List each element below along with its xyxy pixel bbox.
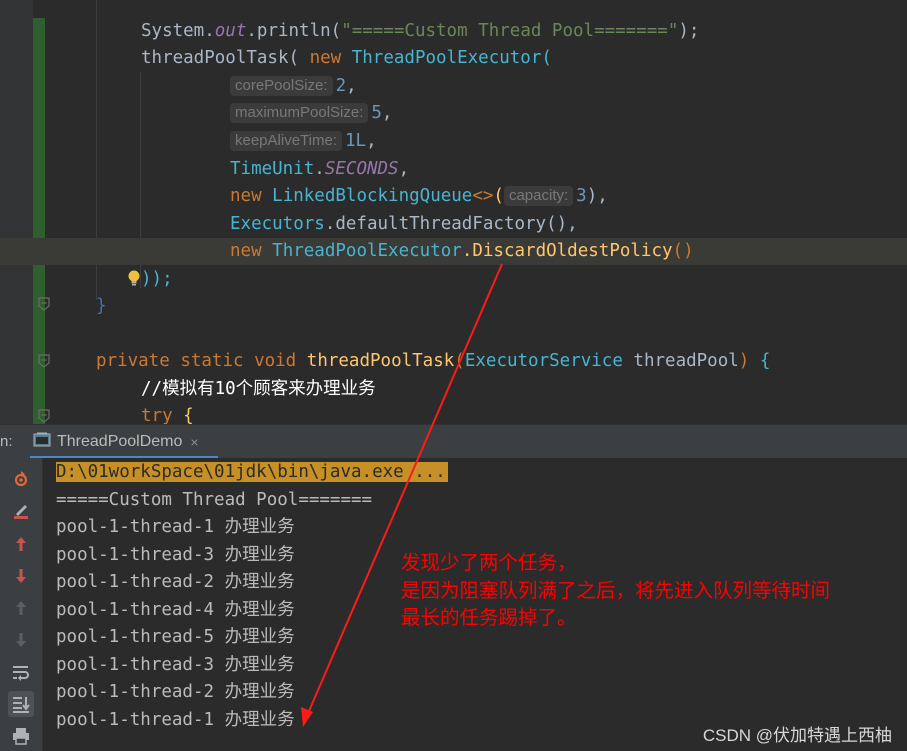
run-toolbar [0, 458, 43, 751]
code-line-2[interactable]: threadPoolTask( new ThreadPoolExecutor( [0, 45, 907, 72]
code-line-14[interactable]: try { [0, 403, 907, 424]
parameter-hint: corePoolSize: [230, 76, 333, 96]
code-line-4[interactable]: maximumPoolSize: 5, [0, 100, 907, 127]
down-arrow-icon[interactable] [8, 563, 34, 589]
code-line-9-current[interactable]: new ThreadPoolExecutor.DiscardOldestPoli… [0, 238, 907, 286]
run-tab-label: ThreadPoolDemo [57, 433, 183, 450]
code-line-10[interactable]: )); [0, 266, 907, 293]
code-line-12[interactable]: private static void threadPoolTask(Execu… [0, 348, 907, 375]
rerun-icon[interactable] [8, 466, 34, 492]
console-line: pool-1-thread-2 办理业务 [56, 572, 295, 592]
console-line: pool-1-thread-4 办理业务 [56, 600, 295, 620]
console-line: pool-1-thread-3 办理业务 [56, 545, 295, 565]
console-line: pool-1-thread-1 办理业务 [56, 517, 295, 537]
code-line-8[interactable]: Executors.defaultThreadFactory(), [0, 211, 907, 238]
console-line: pool-1-thread-2 办理业务 [56, 682, 295, 702]
fold-marker-icon[interactable] [38, 409, 50, 423]
console-line: =====Custom Thread Pool======= [56, 490, 373, 510]
fold-marker-icon[interactable] [38, 297, 50, 311]
run-tab-threadpooldemo[interactable]: ThreadPoolDemo × [30, 425, 207, 459]
soft-wrap-icon[interactable] [8, 659, 34, 685]
lightbulb-icon[interactable] [62, 241, 140, 286]
down-disabled-icon [8, 627, 34, 653]
code-line-5[interactable]: keepAliveTime: 1L, [0, 128, 907, 155]
annotation-line: 最长的任务踢掉了。 [401, 607, 577, 629]
up-disabled-icon [8, 595, 34, 621]
code-line-3[interactable]: corePoolSize: 2, [0, 73, 907, 100]
code-line-1[interactable]: System.out.println("=====Custom Thread P… [0, 18, 907, 45]
console-line: pool-1-thread-3 办理业务 [56, 655, 295, 675]
watermark: CSDN @伏加特遇上西柚 [702, 726, 892, 745]
parameter-hint: keepAliveTime: [230, 131, 342, 151]
run-label: n: [0, 433, 13, 450]
parameter-hint: capacity: [503, 186, 574, 206]
scroll-to-end-icon[interactable] [8, 691, 34, 717]
print-icon[interactable] [8, 723, 34, 749]
up-arrow-icon[interactable] [8, 531, 34, 557]
code-line-7[interactable]: new LinkedBlockingQueue<>(capacity: 3), [0, 183, 907, 210]
code-line-6[interactable]: TimeUnit.SECONDS, [0, 156, 907, 183]
clear-icon[interactable] [8, 499, 34, 525]
code-editor[interactable]: System.out.println("=====Custom Thread P… [0, 0, 907, 424]
annotation-line: 发现少了两个任务， [401, 552, 577, 574]
close-icon[interactable]: × [190, 434, 198, 450]
run-tool-window-header: n: ThreadPoolDemo × [0, 424, 907, 459]
fold-marker-icon[interactable] [38, 354, 50, 368]
console-line: pool-1-thread-5 办理业务 [56, 627, 295, 647]
annotation-line: 是因为阻塞队列满了之后，将先进入队列等待时间 [401, 579, 831, 602]
annotation-text: 发现少了两个任务， 是因为阻塞队列满了之后，将先进入队列等待时间 最长的任务踢掉… [401, 550, 830, 633]
code-line-13[interactable]: //模拟有10个顾客来办理业务 [0, 376, 907, 403]
code-line-11[interactable]: } [0, 293, 907, 320]
console-command-line: D:\01workSpace\01jdk\bin\java.exe ... [56, 462, 448, 482]
console-icon [33, 432, 51, 452]
parameter-hint: maximumPoolSize: [230, 103, 369, 123]
console-line: pool-1-thread-1 办理业务 [56, 710, 295, 730]
